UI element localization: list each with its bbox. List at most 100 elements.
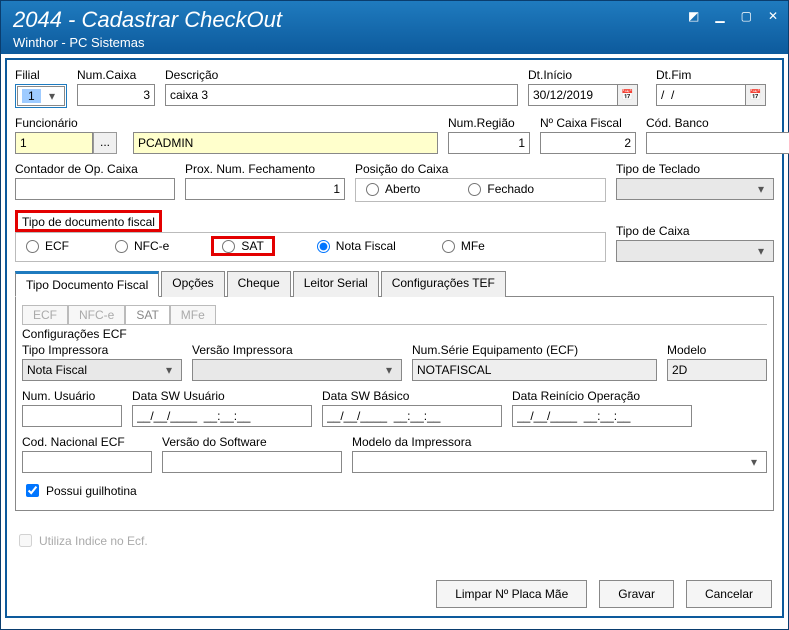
tipo-impressora-select[interactable]: Nota Fiscal ▾ [22,359,182,381]
dt-fim-label: Dt.Fim [656,68,774,82]
data-sw-usuario-label: Data SW Usuário [132,389,312,403]
window-title: 2044 - Cadastrar CheckOut [13,7,776,33]
funcionario-cod-input[interactable] [15,132,93,154]
tab-tipo-documento-fiscal[interactable]: Tipo Documento Fiscal [15,271,159,297]
cancelar-button[interactable]: Cancelar [686,580,772,608]
tab-cheque[interactable]: Cheque [227,271,291,297]
subtab-sat[interactable]: SAT [125,305,169,324]
n-caixa-fiscal-label: Nº Caixa Fiscal [540,116,636,130]
tipo-caixa-label: Tipo de Caixa [616,224,774,238]
maximize-icon[interactable]: ▢ [741,9,752,23]
titlebar: 2044 - Cadastrar CheckOut Winthor - PC S… [1,1,788,54]
mfe-label: MFe [461,239,485,253]
chevron-down-icon: ▾ [746,455,762,469]
form-body: Filial 1 ▾ Num.Caixa Descrição Dt.Início [5,58,784,618]
tipo-caixa-select[interactable]: ▾ [616,240,774,262]
sub-tabstrip: ECF NFC-e SAT MFe [22,305,767,325]
filial-value: 1 [22,89,41,103]
tab-config-tef[interactable]: Configurações TEF [381,271,506,297]
versao-software-label: Versão do Software [162,435,342,449]
data-sw-usuario-input[interactable] [132,405,312,427]
cod-banco-label: Cód. Banco [646,116,774,130]
filial-select[interactable]: 1 ▾ [17,86,65,106]
posicao-aberto-radio[interactable] [366,183,379,196]
tipo-doc-fiscal-label: Tipo de documento fiscal [15,210,162,232]
utiliza-indice-label: Utiliza Indice no Ecf. [39,534,148,548]
posicao-fechado-radio[interactable] [468,183,481,196]
tab-opcoes[interactable]: Opções [161,271,224,297]
tipo-teclado-select[interactable]: ▾ [616,178,774,200]
filial-label: Filial [15,68,67,82]
funcionario-lookup-button[interactable]: ... [93,132,117,154]
gravar-button[interactable]: Gravar [599,580,674,608]
contador-label: Contador de Op. Caixa [15,162,175,176]
possui-guilhotina-label: Possui guilhotina [46,484,137,498]
limpar-placa-button[interactable]: Limpar Nº Placa Mãe [436,580,587,608]
config-ecf-heading: Configurações ECF [22,327,767,341]
window-subtitle: Winthor - PC Sistemas [13,35,776,50]
num-caixa-input[interactable] [77,84,155,106]
subtab-nfce[interactable]: NFC-e [68,305,125,324]
tab-leitor-serial[interactable]: Leitor Serial [293,271,379,297]
n-caixa-fiscal-input[interactable] [540,132,636,154]
num-regiao-label: Num.Região [448,116,530,130]
data-reinicio-input[interactable] [512,405,692,427]
calendar-icon[interactable]: 📅 [618,84,638,106]
ecf-label: ECF [45,239,69,253]
subtab-mfe[interactable]: MFe [170,305,216,324]
descricao-input[interactable] [165,84,518,106]
cod-nacional-ecf-label: Cod. Nacional ECF [22,435,152,449]
cod-banco-input[interactable] [646,132,789,154]
close-icon[interactable]: ✕ [768,9,778,23]
chevron-down-icon: ▾ [161,363,177,377]
modelo-impressora-select[interactable]: ▾ [352,451,767,473]
doc-nfce-radio[interactable] [115,240,128,253]
chevron-down-icon: ▾ [753,182,769,196]
modelo-input [667,359,767,381]
versao-software-input[interactable] [162,451,342,473]
num-serie-equip-input [412,359,657,381]
main-tabstrip: Tipo Documento Fiscal Opções Cheque Leit… [15,270,774,297]
possui-guilhotina-checkbox[interactable] [26,484,39,497]
tipo-impressora-label: Tipo Impressora [22,343,182,357]
prox-fechamento-label: Prox. Num. Fechamento [185,162,345,176]
data-sw-basico-label: Data SW Básico [322,389,502,403]
nota-fiscal-label: Nota Fiscal [336,239,396,253]
cod-nacional-ecf-input[interactable] [22,451,152,473]
help-icon[interactable]: ◩ [688,9,699,23]
funcionario-label: Funcionário [15,116,123,130]
chevron-down-icon: ▾ [44,89,60,103]
versao-impressora-label: Versão Impressora [192,343,402,357]
minimize-icon[interactable]: ▁ [715,9,724,23]
dt-inicio-label: Dt.Início [528,68,646,82]
doc-notafiscal-radio[interactable] [317,240,330,253]
app-window: 2044 - Cadastrar CheckOut Winthor - PC S… [0,0,789,630]
posicao-caixa-label: Posição do Caixa [355,162,606,176]
dt-inicio-input[interactable] [528,84,618,106]
versao-impressora-select[interactable]: ▾ [192,359,402,381]
data-sw-basico-input[interactable] [322,405,502,427]
num-serie-equip-label: Num.Série Equipamento (ECF) [412,343,657,357]
doc-sat-radio[interactable] [222,240,235,253]
modelo-label: Modelo [667,343,767,357]
subtab-ecf[interactable]: ECF [22,305,68,324]
doc-ecf-radio[interactable] [26,240,39,253]
contador-input[interactable] [15,178,175,200]
sat-label: SAT [241,239,263,253]
num-caixa-label: Num.Caixa [77,68,155,82]
fechado-label: Fechado [487,182,534,196]
nfce-label: NFC-e [134,239,169,253]
tipo-impressora-value: Nota Fiscal [27,363,87,377]
modelo-impressora-label: Modelo da Impressora [352,435,767,449]
num-usuario-label: Num. Usuário [22,389,122,403]
chevron-down-icon: ▾ [381,363,397,377]
funcionario-nome-display [133,132,438,154]
calendar-icon[interactable]: 📅 [746,84,766,106]
doc-mfe-radio[interactable] [442,240,455,253]
num-regiao-input[interactable] [448,132,530,154]
num-usuario-input[interactable] [22,405,122,427]
chevron-down-icon: ▾ [753,244,769,258]
tipo-teclado-label: Tipo de Teclado [616,162,774,176]
prox-fechamento-input[interactable] [185,178,345,200]
dt-fim-input[interactable] [656,84,746,106]
